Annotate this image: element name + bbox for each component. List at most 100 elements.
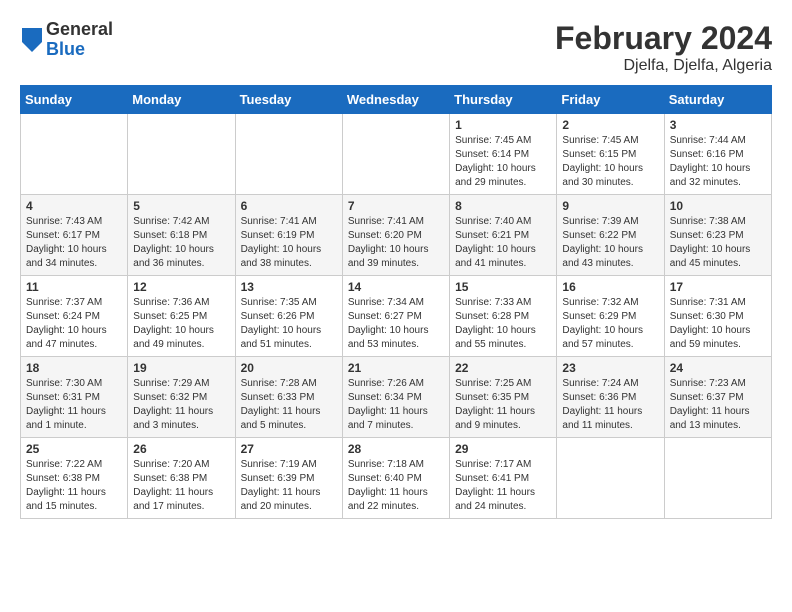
day-info: Sunrise: 7:17 AMSunset: 6:41 PMDaylight:…: [455, 458, 551, 514]
day-number: 20: [241, 361, 337, 375]
day-info: Sunrise: 7:41 AMSunset: 6:19 PMDaylight:…: [241, 215, 337, 271]
day-of-week-header: Wednesday: [342, 86, 449, 114]
day-info: Sunrise: 7:44 AMSunset: 6:16 PMDaylight:…: [670, 134, 766, 190]
day-info: Sunrise: 7:29 AMSunset: 6:32 PMDaylight:…: [133, 377, 229, 433]
day-info: Sunrise: 7:32 AMSunset: 6:29 PMDaylight:…: [562, 296, 658, 352]
day-of-week-header: Monday: [128, 86, 235, 114]
calendar-subtitle: Djelfa, Djelfa, Algeria: [555, 57, 772, 75]
calendar-week-row: 18 Sunrise: 7:30 AMSunset: 6:31 PMDayligh…: [21, 357, 772, 438]
calendar-day-cell: 18 Sunrise: 7:30 AMSunset: 6:31 PMDayligh…: [21, 357, 128, 438]
calendar-day-cell: 8 Sunrise: 7:40 AMSunset: 6:21 PMDaylight…: [450, 195, 557, 276]
day-of-week-header: Thursday: [450, 86, 557, 114]
day-number: 16: [562, 280, 658, 294]
page-header: General Blue February 2024 Djelfa, Djelf…: [20, 20, 772, 75]
calendar-day-cell: 24 Sunrise: 7:23 AMSunset: 6:37 PMDayligh…: [664, 357, 771, 438]
day-number: 6: [241, 199, 337, 213]
day-number: 26: [133, 442, 229, 456]
calendar-empty-cell: [557, 438, 664, 519]
calendar-day-cell: 15 Sunrise: 7:33 AMSunset: 6:28 PMDayligh…: [450, 276, 557, 357]
calendar-day-cell: 1 Sunrise: 7:45 AMSunset: 6:14 PMDaylight…: [450, 114, 557, 195]
day-number: 1: [455, 118, 551, 132]
calendar-day-cell: 3 Sunrise: 7:44 AMSunset: 6:16 PMDaylight…: [664, 114, 771, 195]
day-number: 2: [562, 118, 658, 132]
calendar-day-cell: 27 Sunrise: 7:19 AMSunset: 6:39 PMDayligh…: [235, 438, 342, 519]
day-number: 5: [133, 199, 229, 213]
calendar-empty-cell: [342, 114, 449, 195]
day-info: Sunrise: 7:31 AMSunset: 6:30 PMDaylight:…: [670, 296, 766, 352]
calendar-table: SundayMondayTuesdayWednesdayThursdayFrid…: [20, 85, 772, 519]
day-number: 28: [348, 442, 444, 456]
calendar-day-cell: 9 Sunrise: 7:39 AMSunset: 6:22 PMDaylight…: [557, 195, 664, 276]
day-info: Sunrise: 7:42 AMSunset: 6:18 PMDaylight:…: [133, 215, 229, 271]
day-number: 18: [26, 361, 122, 375]
day-number: 15: [455, 280, 551, 294]
calendar-header-row: SundayMondayTuesdayWednesdayThursdayFrid…: [21, 86, 772, 114]
day-info: Sunrise: 7:40 AMSunset: 6:21 PMDaylight:…: [455, 215, 551, 271]
day-number: 14: [348, 280, 444, 294]
calendar-empty-cell: [664, 438, 771, 519]
calendar-day-cell: 25 Sunrise: 7:22 AMSunset: 6:38 PMDayligh…: [21, 438, 128, 519]
calendar-day-cell: 5 Sunrise: 7:42 AMSunset: 6:18 PMDaylight…: [128, 195, 235, 276]
day-info: Sunrise: 7:19 AMSunset: 6:39 PMDaylight:…: [241, 458, 337, 514]
day-info: Sunrise: 7:30 AMSunset: 6:31 PMDaylight:…: [26, 377, 122, 433]
day-number: 4: [26, 199, 122, 213]
day-number: 29: [455, 442, 551, 456]
calendar-day-cell: 7 Sunrise: 7:41 AMSunset: 6:20 PMDaylight…: [342, 195, 449, 276]
day-number: 11: [26, 280, 122, 294]
calendar-title: February 2024: [555, 20, 772, 57]
day-number: 27: [241, 442, 337, 456]
day-number: 8: [455, 199, 551, 213]
logo-icon: [22, 28, 42, 52]
calendar-day-cell: 17 Sunrise: 7:31 AMSunset: 6:30 PMDayligh…: [664, 276, 771, 357]
day-number: 23: [562, 361, 658, 375]
calendar-empty-cell: [128, 114, 235, 195]
day-number: 3: [670, 118, 766, 132]
day-info: Sunrise: 7:39 AMSunset: 6:22 PMDaylight:…: [562, 215, 658, 271]
day-info: Sunrise: 7:43 AMSunset: 6:17 PMDaylight:…: [26, 215, 122, 271]
calendar-day-cell: 2Sunrise: 7:45 AMSunset: 6:15 PMDaylight…: [557, 114, 664, 195]
day-info: Sunrise: 7:35 AMSunset: 6:26 PMDaylight:…: [241, 296, 337, 352]
day-info: Sunrise: 7:41 AMSunset: 6:20 PMDaylight:…: [348, 215, 444, 271]
day-number: 22: [455, 361, 551, 375]
logo-blue-text: Blue: [46, 40, 113, 60]
calendar-day-cell: 10 Sunrise: 7:38 AMSunset: 6:23 PMDayligh…: [664, 195, 771, 276]
day-info: Sunrise: 7:28 AMSunset: 6:33 PMDaylight:…: [241, 377, 337, 433]
day-info: Sunrise: 7:37 AMSunset: 6:24 PMDaylight:…: [26, 296, 122, 352]
day-info: Sunrise: 7:26 AMSunset: 6:34 PMDaylight:…: [348, 377, 444, 433]
day-number: 17: [670, 280, 766, 294]
calendar-empty-cell: [235, 114, 342, 195]
calendar-day-cell: 13 Sunrise: 7:35 AMSunset: 6:26 PMDayligh…: [235, 276, 342, 357]
day-number: 24: [670, 361, 766, 375]
day-number: 25: [26, 442, 122, 456]
day-number: 12: [133, 280, 229, 294]
logo: General Blue: [20, 20, 113, 60]
day-info: Sunrise: 7:25 AMSunset: 6:35 PMDaylight:…: [455, 377, 551, 433]
calendar-day-cell: 21Sunrise: 7:26 AMSunset: 6:34 PMDayligh…: [342, 357, 449, 438]
day-info: Sunrise: 7:34 AMSunset: 6:27 PMDaylight:…: [348, 296, 444, 352]
day-info: Sunrise: 7:24 AMSunset: 6:36 PMDaylight:…: [562, 377, 658, 433]
logo-text: General Blue: [46, 20, 113, 60]
calendar-day-cell: 28Sunrise: 7:18 AMSunset: 6:40 PMDayligh…: [342, 438, 449, 519]
day-info: Sunrise: 7:36 AMSunset: 6:25 PMDaylight:…: [133, 296, 229, 352]
calendar-day-cell: 16 Sunrise: 7:32 AMSunset: 6:29 PMDayligh…: [557, 276, 664, 357]
calendar-empty-cell: [21, 114, 128, 195]
calendar-day-cell: 12 Sunrise: 7:36 AMSunset: 6:25 PMDayligh…: [128, 276, 235, 357]
day-info: Sunrise: 7:33 AMSunset: 6:28 PMDaylight:…: [455, 296, 551, 352]
day-of-week-header: Saturday: [664, 86, 771, 114]
day-number: 10: [670, 199, 766, 213]
day-info: Sunrise: 7:45 AMSunset: 6:14 PMDaylight:…: [455, 134, 551, 190]
day-info: Sunrise: 7:38 AMSunset: 6:23 PMDaylight:…: [670, 215, 766, 271]
calendar-day-cell: 11 Sunrise: 7:37 AMSunset: 6:24 PMDayligh…: [21, 276, 128, 357]
day-info: Sunrise: 7:20 AMSunset: 6:38 PMDaylight:…: [133, 458, 229, 514]
day-number: 13: [241, 280, 337, 294]
calendar-day-cell: 20 Sunrise: 7:28 AMSunset: 6:33 PMDayligh…: [235, 357, 342, 438]
calendar-day-cell: 6 Sunrise: 7:41 AMSunset: 6:19 PMDaylight…: [235, 195, 342, 276]
calendar-day-cell: 14 Sunrise: 7:34 AMSunset: 6:27 PMDayligh…: [342, 276, 449, 357]
day-info: Sunrise: 7:22 AMSunset: 6:38 PMDaylight:…: [26, 458, 122, 514]
calendar-day-cell: 29 Sunrise: 7:17 AMSunset: 6:41 PMDayligh…: [450, 438, 557, 519]
logo-general-text: General: [46, 20, 113, 40]
day-info: Sunrise: 7:23 AMSunset: 6:37 PMDaylight:…: [670, 377, 766, 433]
day-number: 7: [348, 199, 444, 213]
day-number: 9: [562, 199, 658, 213]
calendar-week-row: 11 Sunrise: 7:37 AMSunset: 6:24 PMDayligh…: [21, 276, 772, 357]
